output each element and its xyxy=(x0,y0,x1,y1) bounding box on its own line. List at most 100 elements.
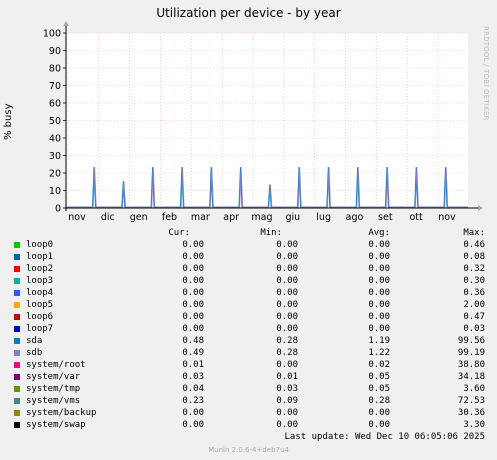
legend-value-avg: 1.22 xyxy=(368,348,390,358)
legend-value-avg: 0.00 xyxy=(368,252,390,262)
legend-value-max: 0.30 xyxy=(463,276,485,286)
legend-value-max: 99.56 xyxy=(457,336,485,346)
legend-row: loop3 0.00 0.00 0.00 0.30 xyxy=(0,275,497,287)
legend-value-max: 2.00 xyxy=(463,300,485,310)
legend-value-min: 0.00 xyxy=(276,324,298,334)
legend-value-cur: 0.00 xyxy=(182,252,204,262)
legend-name: loop5 xyxy=(26,300,54,310)
legend-value-max: 0.32 xyxy=(463,264,485,274)
legend-value-max: 0.36 xyxy=(463,288,485,298)
legend-name: loop7 xyxy=(26,324,54,334)
legend-value-avg: 0.28 xyxy=(368,396,390,406)
legend-name: loop2 xyxy=(26,264,54,274)
legend-value-min: 0.01 xyxy=(276,372,298,382)
legend-value-max: 0.47 xyxy=(463,312,485,322)
legend-value-max: 99.19 xyxy=(457,348,485,358)
legend-row: loop1 0.00 0.00 0.00 0.08 xyxy=(0,251,497,263)
legend-name: system/var xyxy=(26,372,81,382)
legend-value-cur: 0.00 xyxy=(182,240,204,250)
legend-swatch xyxy=(14,350,20,356)
legend-swatch xyxy=(14,278,20,284)
legend-value-avg: 0.05 xyxy=(368,372,390,382)
legend-name: sda xyxy=(26,336,43,346)
legend-row: system/vms 0.23 0.09 0.28 72.53 xyxy=(0,395,497,407)
munin-version: Munin 2.0.6-4+deb7u4 xyxy=(208,446,289,454)
legend-swatch xyxy=(14,314,20,320)
legend-value-max: 3.30 xyxy=(463,420,485,430)
legend-value-min: 0.00 xyxy=(276,288,298,298)
legend-swatch xyxy=(14,266,20,272)
legend-row: loop6 0.00 0.00 0.00 0.47 xyxy=(0,311,497,323)
legend-row: system/var 0.03 0.01 0.05 34.18 xyxy=(0,371,497,383)
legend-value-cur: 0.01 xyxy=(182,360,204,370)
legend-row: loop2 0.00 0.00 0.00 0.32 xyxy=(0,263,497,275)
legend-value-cur: 0.00 xyxy=(182,276,204,286)
legend-name: system/backup xyxy=(26,408,97,418)
legend-name: loop4 xyxy=(26,288,54,298)
legend-row: loop5 0.00 0.00 0.00 2.00 xyxy=(0,299,497,311)
legend-value-avg: 0.00 xyxy=(368,288,390,298)
legend-value-min: 0.09 xyxy=(276,396,298,406)
legend-value-cur: 0.00 xyxy=(182,408,204,418)
legend-name: loop6 xyxy=(26,312,54,322)
legend-value-min: 0.28 xyxy=(276,336,298,346)
legend-name: system/vms xyxy=(26,396,81,406)
last-update: Last update: Wed Dec 10 06:05:06 2025 xyxy=(284,432,485,442)
legend: Cur: Min: Avg: Max: loop0 0.00 0.00 0.00 0.4… xyxy=(0,0,497,460)
legend-value-avg: 0.00 xyxy=(368,240,390,250)
legend-swatch xyxy=(14,242,20,248)
legend-value-avg: 0.00 xyxy=(368,264,390,274)
legend-swatch xyxy=(14,290,20,296)
legend-value-max: 0.46 xyxy=(463,240,485,250)
legend-value-max: 72.53 xyxy=(457,396,485,406)
legend-swatch xyxy=(14,362,20,368)
legend-name: system/swap xyxy=(26,420,86,430)
legend-header-avg: Avg: xyxy=(368,228,390,238)
legend-header-cur: Cur: xyxy=(168,228,190,238)
legend-value-avg: 0.02 xyxy=(368,360,390,370)
legend-value-cur: 0.48 xyxy=(182,336,204,346)
legend-value-min: 0.00 xyxy=(276,420,298,430)
legend-value-min: 0.00 xyxy=(276,360,298,370)
legend-value-avg: 0.00 xyxy=(368,300,390,310)
legend-swatch xyxy=(14,326,20,332)
legend-row: loop0 0.00 0.00 0.00 0.46 xyxy=(0,239,497,251)
legend-value-cur: 0.00 xyxy=(182,264,204,274)
legend-swatch xyxy=(14,410,20,416)
legend-value-max: 38.80 xyxy=(457,360,485,370)
legend-value-cur: 0.00 xyxy=(182,288,204,298)
legend-swatch xyxy=(14,338,20,344)
legend-name: loop0 xyxy=(26,240,54,250)
legend-value-max: 34.18 xyxy=(457,372,485,382)
legend-value-cur: 0.00 xyxy=(182,324,204,334)
legend-value-avg: 0.05 xyxy=(368,384,390,394)
legend-value-avg: 0.00 xyxy=(368,312,390,322)
legend-row: sdb 0.49 0.28 1.22 99.19 xyxy=(0,347,497,359)
legend-row: loop4 0.00 0.00 0.00 0.36 xyxy=(0,287,497,299)
legend-row: system/root 0.01 0.00 0.02 38.80 xyxy=(0,359,497,371)
legend-value-max: 30.36 xyxy=(457,408,485,418)
legend-value-avg: 0.00 xyxy=(368,408,390,418)
legend-value-min: 0.00 xyxy=(276,240,298,250)
legend-value-min: 0.03 xyxy=(276,384,298,394)
legend-header-min: Min: xyxy=(260,228,282,238)
legend-swatch xyxy=(14,422,20,428)
legend-value-avg: 1.19 xyxy=(368,336,390,346)
legend-name: sdb xyxy=(26,348,43,358)
legend-value-cur: 0.23 xyxy=(182,396,204,406)
legend-name: system/tmp xyxy=(26,384,81,394)
legend-name: system/root xyxy=(26,360,86,370)
legend-swatch xyxy=(14,254,20,260)
legend-header-max: Max: xyxy=(463,228,485,238)
legend-value-cur: 0.49 xyxy=(182,348,204,358)
legend-swatch xyxy=(14,374,20,380)
legend-row: sda 0.48 0.28 1.19 99.56 xyxy=(0,335,497,347)
legend-value-min: 0.00 xyxy=(276,276,298,286)
legend-value-max: 0.03 xyxy=(463,324,485,334)
legend-value-max: 3.60 xyxy=(463,384,485,394)
legend-value-avg: 0.00 xyxy=(368,420,390,430)
legend-row: system/backup 0.00 0.00 0.00 30.36 xyxy=(0,407,497,419)
legend-value-cur: 0.00 xyxy=(182,300,204,310)
legend-value-min: 0.00 xyxy=(276,300,298,310)
legend-row: system/swap 0.00 0.00 0.00 3.30 xyxy=(0,419,497,431)
